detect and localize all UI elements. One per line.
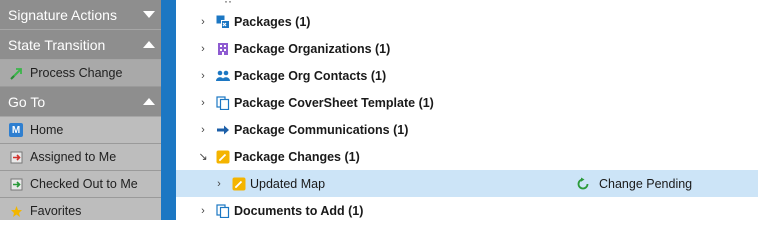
package-icon xyxy=(216,15,230,29)
chevron-right-icon[interactable]: › xyxy=(214,178,224,190)
tree-row-package-org-contacts[interactable]: › Package Org Contacts (1) xyxy=(176,62,758,89)
tree-row-label: Package Changes (1) xyxy=(234,149,360,164)
sidebar-item-assigned-to-me[interactable]: Assigned to Me xyxy=(0,144,161,171)
organization-icon xyxy=(216,42,230,56)
change-icon xyxy=(216,150,230,164)
truncated-row: ·· xyxy=(224,0,232,8)
sidebar-item-home[interactable]: M Home xyxy=(0,117,161,144)
sidebar-item-label: Assigned to Me xyxy=(30,150,117,164)
sidebar-item-label: Favorites xyxy=(30,204,82,218)
sidebar-item-favorites[interactable]: Favorites xyxy=(0,198,161,220)
sidebar-item-label: Process Change xyxy=(30,66,123,80)
chevron-right-icon[interactable]: › xyxy=(198,70,208,82)
tree-row-updated-map[interactable]: › Updated Map Change Pending xyxy=(176,170,758,197)
tree-row-label: Package Org Contacts (1) xyxy=(234,68,387,83)
section-go-to[interactable]: Go To xyxy=(0,87,161,117)
sidebar-item-label: Checked Out to Me xyxy=(30,177,138,191)
change-icon xyxy=(232,177,246,191)
favorites-icon xyxy=(9,204,23,218)
chevron-right-icon[interactable]: › xyxy=(198,205,208,217)
sidebar-item-label: Home xyxy=(30,123,64,137)
contacts-icon xyxy=(216,69,230,83)
tree-row-package-coversheet-template[interactable]: › Package CoverSheet Template (1) xyxy=(176,89,758,116)
section-signature-actions[interactable]: Signature Actions xyxy=(0,0,161,30)
checked-out-icon xyxy=(9,177,23,191)
chevron-right-icon[interactable]: › xyxy=(198,124,208,136)
tree-row-label: Package Communications (1) xyxy=(234,122,409,137)
chevron-right-icon[interactable]: › xyxy=(198,97,208,109)
section-title: Signature Actions xyxy=(8,6,117,23)
status-text: Change Pending xyxy=(599,176,693,191)
status-cell: Change Pending xyxy=(576,177,692,191)
relationship-tree: ·· › Packages (1) › Package Organization… xyxy=(176,0,758,220)
tree-row-label: Updated Map xyxy=(250,176,326,191)
sidebar-item-checked-out-to-me[interactable]: Checked Out to Me xyxy=(0,171,161,198)
pending-icon xyxy=(576,177,590,191)
tree-row-label: Package Organizations (1) xyxy=(234,41,391,56)
chevron-right-icon[interactable]: › xyxy=(198,43,208,55)
tree-row-label: Documents to Add (1) xyxy=(234,203,364,218)
home-icon: M xyxy=(9,123,23,137)
tree-row-package-changes[interactable]: ↘ Package Changes (1) xyxy=(176,143,758,170)
tree-row-packages[interactable]: › Packages (1) xyxy=(176,8,758,35)
chevron-up-icon[interactable] xyxy=(143,98,155,105)
tree-row-label: Package CoverSheet Template (1) xyxy=(234,95,434,110)
panel-separator xyxy=(161,0,176,220)
tree-row-package-organizations[interactable]: › Package Organizations (1) xyxy=(176,35,758,62)
tree-row-documents-to-add[interactable]: › Documents to Add (1) xyxy=(176,197,758,224)
template-icon xyxy=(216,95,230,110)
section-state-transition[interactable]: State Transition xyxy=(0,30,161,60)
process-change-icon xyxy=(9,66,23,80)
assigned-icon xyxy=(9,150,23,164)
chevron-up-icon[interactable] xyxy=(143,41,155,48)
documents-icon xyxy=(216,203,230,218)
chevron-right-icon[interactable]: › xyxy=(198,16,208,28)
chevron-expanded-icon[interactable]: ↘ xyxy=(198,150,208,163)
sidebar-item-process-change[interactable]: Process Change xyxy=(0,60,161,87)
tree-row-package-communications[interactable]: › Package Communications (1) xyxy=(176,116,758,143)
section-title: Go To xyxy=(8,93,46,110)
sidebar: Signature Actions State Transition Proce… xyxy=(0,0,161,220)
section-title: State Transition xyxy=(8,36,106,53)
tree-row-label: Packages (1) xyxy=(234,14,311,29)
chevron-down-icon[interactable] xyxy=(143,11,155,18)
arrow-right-icon xyxy=(216,123,230,137)
